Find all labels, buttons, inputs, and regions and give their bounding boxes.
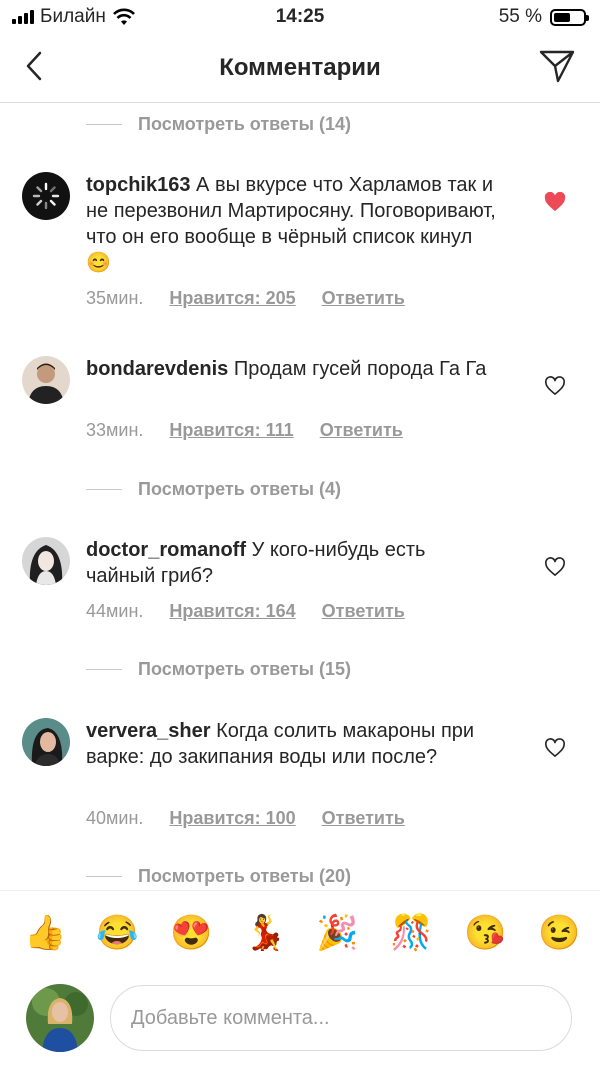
comment-input[interactable] <box>110 985 572 1051</box>
comment-composer <box>0 978 600 1066</box>
divider-line <box>86 489 122 490</box>
confetti-ball-emoji-button[interactable]: 🎊 <box>390 913 432 953</box>
likes-count[interactable]: Нравится: 111 <box>169 420 293 441</box>
avatar[interactable] <box>22 172 70 220</box>
avatar-photo <box>31 728 63 766</box>
reply-button[interactable]: Ответить <box>322 808 405 829</box>
comment-username[interactable]: doctor_romanoff <box>86 539 246 561</box>
view-replies-label: Посмотреть ответы (14) <box>138 114 351 134</box>
view-replies-label: Посмотреть ответы (20) <box>138 866 351 886</box>
comment-username[interactable]: topchik163 <box>86 174 190 196</box>
comment-text: bondarevdenis Продам гусей порода Га Га <box>86 356 496 382</box>
comment-meta: 44мин. Нравится: 164 Ответить <box>86 601 405 622</box>
comment-time: 33мин. <box>86 420 144 440</box>
comment-body: Продам гусей порода Га Га <box>233 358 487 380</box>
reply-button[interactable]: Ответить <box>322 601 405 622</box>
avatar-photo <box>29 545 63 585</box>
avatar[interactable] <box>22 718 70 766</box>
view-replies-link[interactable]: Посмотреть ответы (14) <box>86 114 351 135</box>
comment-time: 35мин. <box>86 288 144 308</box>
comment-text: doctor_romanoff У кого-нибудь есть чайны… <box>86 537 496 589</box>
kiss-emoji-button[interactable]: 😘 <box>464 913 506 953</box>
view-replies-link[interactable]: Посмотреть ответы (4) <box>86 479 341 500</box>
comment-text: ververa_sher Когда солить макароны при в… <box>86 718 496 770</box>
emoji-bar: 👍 😂 😍 💃 🎉 🎊 😘 😉 <box>0 890 600 979</box>
comment-text: topchik163 А вы вкурсе что Харламов так … <box>86 172 496 276</box>
tears-of-joy-emoji-button[interactable]: 😂 <box>96 913 138 953</box>
comment-username[interactable]: ververa_sher <box>86 720 211 742</box>
likes-count[interactable]: Нравится: 100 <box>169 808 295 829</box>
loading-spinner-icon <box>32 182 60 210</box>
battery-icon <box>550 8 589 26</box>
my-avatar[interactable] <box>26 984 94 1052</box>
reply-button[interactable]: Ответить <box>320 420 403 441</box>
divider-line <box>86 124 122 125</box>
heart-filled-icon[interactable] <box>544 192 566 212</box>
view-replies-label: Посмотреть ответы (4) <box>138 479 341 499</box>
paper-plane-icon[interactable] <box>538 48 576 84</box>
view-replies-label: Посмотреть ответы (15) <box>138 659 351 679</box>
nav-bar: Комментарии <box>0 34 600 103</box>
likes-count[interactable]: Нравится: 164 <box>169 601 295 622</box>
avatar-photo <box>32 988 88 1052</box>
comment-meta: 33мин. Нравится: 111 Ответить <box>86 420 403 441</box>
battery-percent: 55 % <box>498 6 542 27</box>
divider-line <box>86 876 122 877</box>
heart-outline-icon[interactable] <box>544 376 566 396</box>
thumbs-up-emoji-button[interactable]: 👍 <box>24 913 66 953</box>
avatar[interactable] <box>22 356 70 404</box>
status-bar: Билайн 14:25 55 % <box>0 0 600 34</box>
comment-meta: 40мин. Нравится: 100 Ответить <box>86 808 405 829</box>
view-replies-link[interactable]: Посмотреть ответы (15) <box>86 659 351 680</box>
heart-outline-icon[interactable] <box>544 738 566 758</box>
view-replies-link[interactable]: Посмотреть ответы (20) <box>86 866 351 887</box>
wink-emoji-button[interactable]: 😉 <box>538 913 580 953</box>
heart-eyes-emoji-button[interactable]: 😍 <box>170 913 212 953</box>
comment-meta: 35мин. Нравится: 205 Ответить <box>86 288 405 309</box>
avatar-photo <box>28 363 64 404</box>
divider-line <box>86 669 122 670</box>
heart-outline-icon[interactable] <box>544 557 566 577</box>
status-right: 55 % <box>498 6 589 28</box>
avatar[interactable] <box>22 537 70 585</box>
party-popper-emoji-button[interactable]: 🎉 <box>316 913 358 953</box>
dancer-emoji-button[interactable]: 💃 <box>244 913 286 953</box>
comment-time: 40мин. <box>86 808 144 828</box>
page-title: Комментарии <box>219 54 381 81</box>
reply-button[interactable]: Ответить <box>322 288 405 309</box>
comment-time: 44мин. <box>86 601 144 621</box>
comment-username[interactable]: bondarevdenis <box>86 358 228 380</box>
likes-count[interactable]: Нравится: 205 <box>169 288 295 309</box>
